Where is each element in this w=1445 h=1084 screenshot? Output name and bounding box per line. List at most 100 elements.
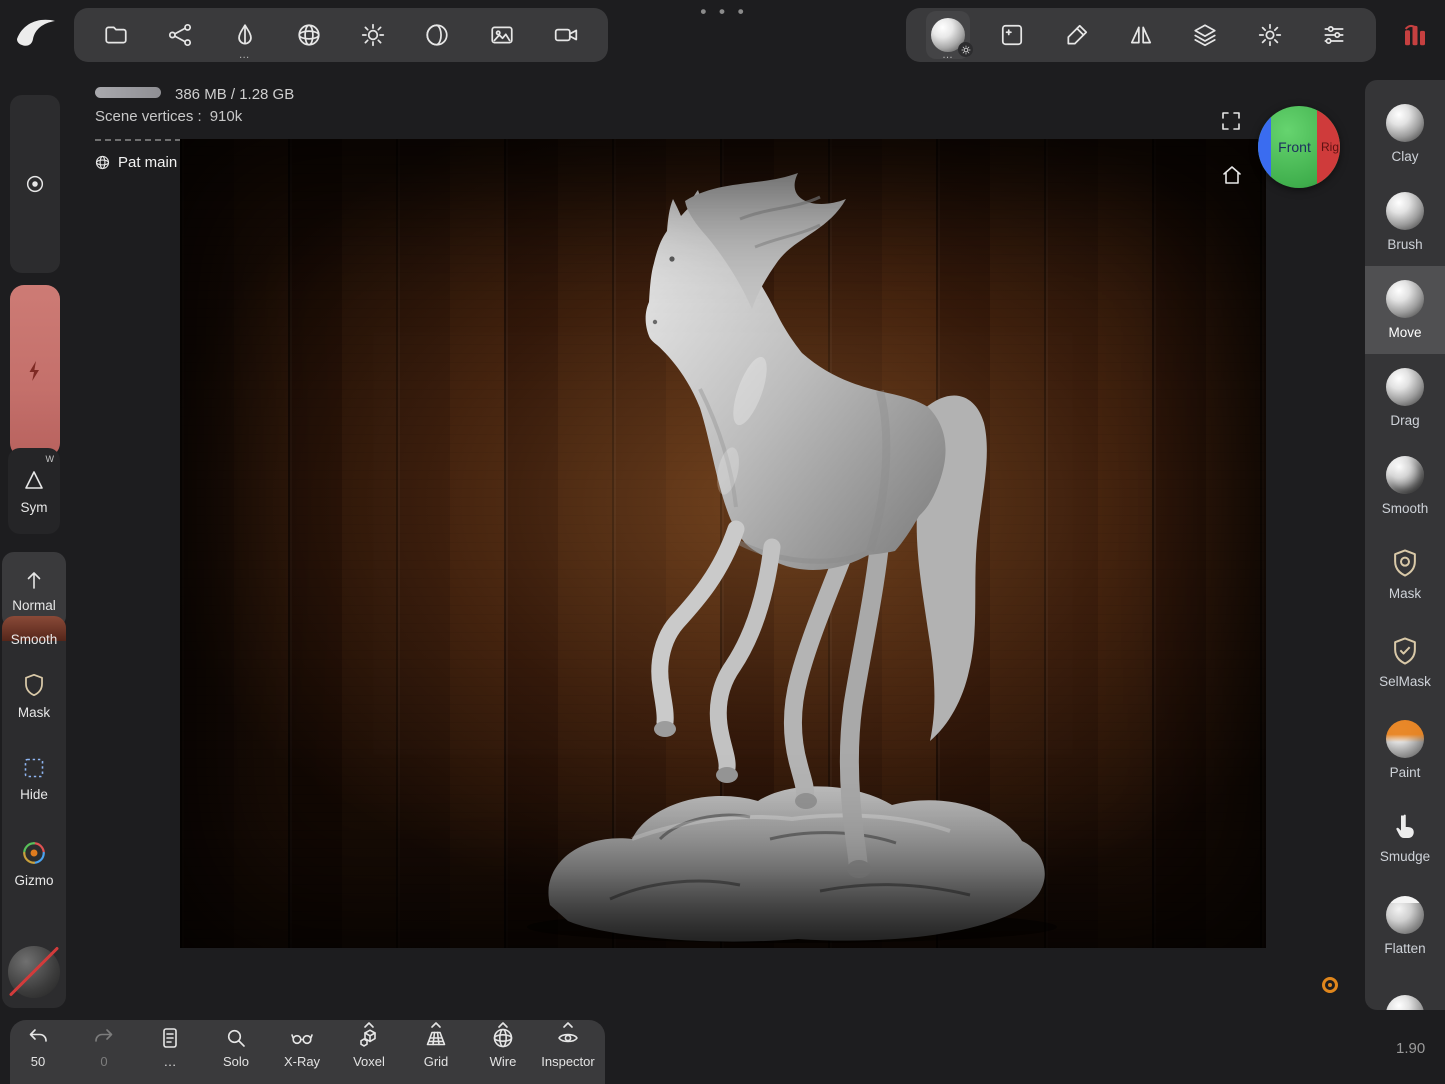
wire-button[interactable]: Wire [475, 1026, 531, 1069]
size-slider[interactable] [10, 95, 60, 273]
redo-icon [92, 1026, 116, 1050]
material-button[interactable] [415, 11, 459, 59]
grid-button[interactable]: Grid [408, 1026, 464, 1069]
mask-shortcut[interactable]: Mask [2, 672, 66, 720]
options-button[interactable] [1312, 11, 1356, 59]
intensity-slider[interactable] [10, 285, 60, 457]
radius-dot-icon [24, 173, 46, 195]
clay-tool-icon [1386, 104, 1424, 142]
files-button[interactable] [94, 11, 138, 59]
tool-flatten[interactable]: Flatten [1365, 882, 1445, 970]
tool-smudge[interactable]: Smudge [1365, 794, 1445, 882]
smudge-finger-icon [1390, 812, 1420, 842]
viewcube-front-label: Front [1272, 106, 1317, 188]
mask-shield-icon [1389, 547, 1421, 579]
notes-button[interactable]: … [142, 1026, 198, 1069]
image-icon [489, 22, 515, 48]
gear-badge-icon [958, 42, 973, 57]
falloff-slash-icon [9, 946, 59, 996]
stamp-button[interactable] [1055, 11, 1099, 59]
primitives-button[interactable]: … [223, 11, 267, 59]
tool-paint[interactable]: Paint [1365, 706, 1445, 794]
topology-button[interactable] [287, 11, 331, 59]
tool-move[interactable]: Move [1365, 266, 1445, 354]
gizmo-label: Gizmo [14, 873, 53, 888]
wire-label: Wire [490, 1054, 517, 1069]
smooth-label: Smooth [11, 632, 58, 647]
settings-button[interactable] [1248, 11, 1292, 59]
lathe-icon [232, 22, 258, 48]
record-indicator[interactable] [1322, 977, 1338, 993]
gizmo-shortcut[interactable]: Gizmo [2, 840, 66, 888]
add-view-button[interactable] [990, 11, 1034, 59]
scene-vertices-value: 910k [210, 108, 243, 125]
window-drag-handle[interactable]: • • • [700, 2, 748, 22]
view-orientation-gizmo[interactable]: Rig Front [1258, 106, 1340, 188]
fullscreen-button[interactable] [1219, 108, 1245, 134]
smooth-shortcut[interactable]: Smooth [2, 632, 66, 647]
hide-shortcut[interactable]: Hide [2, 756, 66, 802]
tool-brush[interactable]: Brush [1365, 178, 1445, 266]
undo-icon [26, 1026, 50, 1050]
left-tool-stack: Smooth Mask Hide Gizmo [2, 616, 66, 1008]
mesh-sphere-icon [296, 22, 322, 48]
falloff-curve-button[interactable] [8, 946, 60, 998]
scene-vertices-label: Scene vertices : [95, 108, 202, 125]
glasses-icon [290, 1026, 314, 1050]
tool-mask[interactable]: Mask [1365, 530, 1445, 618]
voxel-button[interactable]: Voxel [341, 1026, 397, 1069]
tool-label: Clay [1391, 149, 1418, 164]
xray-button[interactable]: X-Ray [274, 1026, 330, 1069]
grid-icon [424, 1026, 448, 1050]
inspector-label: Inspector [541, 1054, 594, 1069]
tool-label: Drag [1390, 413, 1419, 428]
tool-label: SelMask [1379, 674, 1431, 689]
layers-button[interactable] [1183, 11, 1227, 59]
dotted-selection-icon [22, 756, 46, 780]
home-icon [1220, 163, 1244, 187]
tool-smooth[interactable]: Smooth [1365, 442, 1445, 530]
symmetry-triangle-icon [22, 468, 46, 492]
symmetry-mode-badge: W [46, 454, 55, 464]
wireframe-sphere-icon [491, 1026, 515, 1050]
shield-icon [21, 672, 47, 698]
mirror-button[interactable] [1119, 11, 1163, 59]
drag-tool-icon [1386, 368, 1424, 406]
scene-graph-button[interactable] [158, 11, 202, 59]
scene-vertices: Scene vertices : 910k [95, 108, 242, 125]
viewport-canvas[interactable] [180, 139, 1266, 948]
camera-button[interactable] [544, 11, 588, 59]
viewcube-right-face: Rig [1317, 106, 1340, 188]
bottom-toolbar: 50 0 … Solo X-Ray Voxel Grid [10, 1020, 605, 1084]
tool-drag[interactable]: Drag [1365, 354, 1445, 442]
tool-label: Flatten [1384, 941, 1425, 956]
symmetry-toggle[interactable]: W Sym [8, 448, 60, 534]
plus-square-icon [999, 22, 1025, 48]
tool-panel: Clay Brush Move Drag Smooth Mask SelMask [1365, 80, 1445, 1010]
background-button[interactable] [480, 11, 524, 59]
hide-label: Hide [20, 787, 48, 802]
red-stripes-button[interactable] [1391, 9, 1439, 59]
matcap-material-button[interactable]: … [926, 11, 970, 59]
tool-clay[interactable]: Clay [1365, 90, 1445, 178]
lighting-button[interactable] [351, 11, 395, 59]
tool-partial[interactable] [1365, 970, 1445, 1010]
magnifier-icon [224, 1026, 248, 1050]
top-left-toolbar: … [74, 8, 608, 62]
brush-tool-icon [1386, 192, 1424, 230]
sun-icon [360, 22, 386, 48]
undo-button[interactable]: 50 [10, 1026, 66, 1069]
solo-button[interactable]: Solo [208, 1026, 264, 1069]
voxel-label: Voxel [353, 1054, 385, 1069]
inspector-button[interactable]: Inspector [540, 1026, 596, 1069]
voxel-cubes-icon [357, 1026, 381, 1050]
horse-statue [180, 139, 1266, 948]
redo-button[interactable]: 0 [76, 1026, 132, 1069]
zoom-level: 1.90 [1396, 1040, 1425, 1057]
move-tool-icon [1386, 280, 1424, 318]
grid-label: Grid [424, 1054, 449, 1069]
globe-icon [94, 154, 111, 171]
folder-icon [103, 22, 129, 48]
tool-selmask[interactable]: SelMask [1365, 618, 1445, 706]
home-button[interactable] [1220, 162, 1246, 188]
